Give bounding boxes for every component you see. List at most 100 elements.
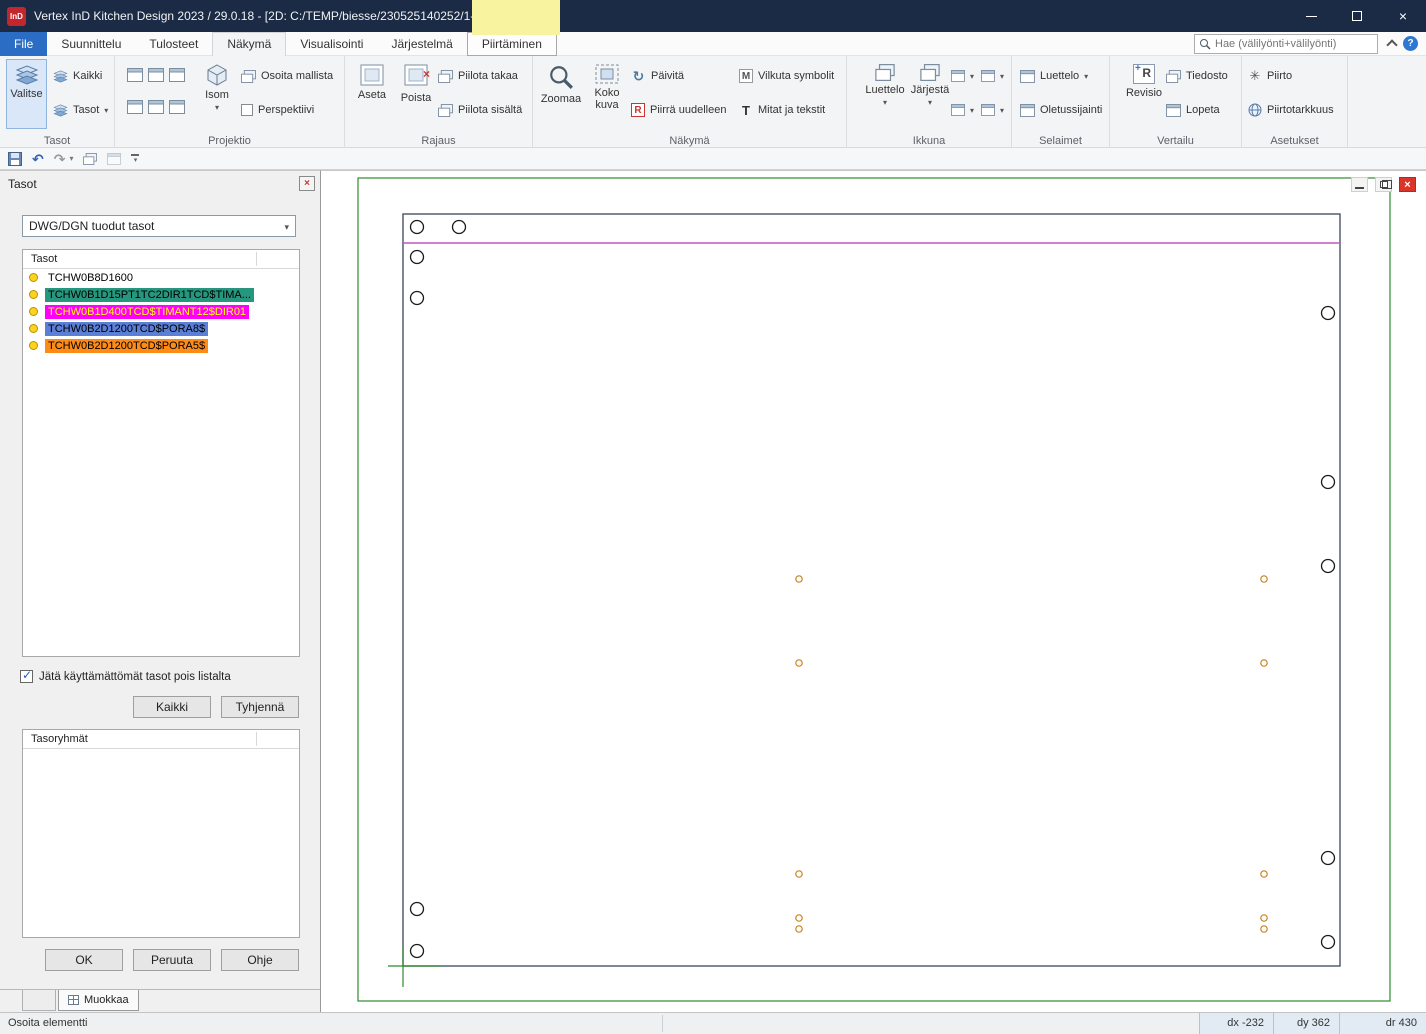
status-divider bbox=[662, 1015, 663, 1032]
layer-row[interactable]: TCHW0B2D1200TCD$PORA5$ bbox=[23, 337, 299, 354]
tab-visualisointi[interactable]: Visualisointi bbox=[286, 32, 377, 56]
sticky-note-overlay bbox=[472, 0, 560, 35]
layer-row[interactable]: TCHW0B1D15PT1TC2DIR1TCD$TIMA... bbox=[23, 286, 299, 303]
drawing-area[interactable]: × bbox=[320, 170, 1426, 1012]
panel-close-button[interactable]: × bbox=[299, 176, 315, 191]
koko-kuva-button[interactable]: Koko kuva bbox=[586, 59, 628, 129]
tab-muokkaa[interactable]: Muokkaa bbox=[58, 990, 139, 1011]
tab-suunnittelu[interactable]: Suunnittelu bbox=[47, 32, 135, 56]
search-box[interactable] bbox=[1194, 34, 1378, 54]
menu-bar: FileSuunnitteluTulosteetNäkymäVisualisoi… bbox=[0, 32, 1426, 56]
osoita-mallista-button[interactable]: Osoita mallista bbox=[241, 65, 333, 87]
document-restore-button[interactable] bbox=[1375, 177, 1392, 192]
collapse-ribbon-icon[interactable] bbox=[1386, 39, 1397, 50]
tab-piirtäminen[interactable]: Piirtäminen bbox=[467, 32, 557, 56]
paivita-button[interactable]: ↻ Päivitä bbox=[631, 65, 684, 87]
document-close-button[interactable]: × bbox=[1399, 177, 1416, 192]
refresh-icon: ↻ bbox=[631, 68, 646, 85]
luettelo-ikkuna-dropdown[interactable]: Luettelo ▾ bbox=[863, 59, 907, 129]
layer-row[interactable]: TCHW0B8D1600 bbox=[23, 269, 299, 286]
layer-visibility-bulb-icon[interactable] bbox=[29, 273, 38, 282]
undo-button[interactable]: ↶ bbox=[32, 152, 44, 166]
layer-source-dropdown[interactable]: DWG/DGN tuodut tasot ▾ bbox=[22, 215, 296, 237]
layer-groups-listbox[interactable]: Tasoryhmät bbox=[22, 729, 300, 938]
layer-visibility-bulb-icon[interactable] bbox=[29, 341, 38, 350]
group-label-projektio: Projektio bbox=[115, 135, 344, 147]
layer-visibility-bulb-icon[interactable] bbox=[29, 290, 38, 299]
projection-view-button[interactable] bbox=[169, 68, 185, 82]
tab-file[interactable]: File bbox=[0, 32, 47, 56]
piilota-takaa-button[interactable]: Piilota takaa bbox=[438, 65, 518, 87]
chevron-down-icon: ▾ bbox=[215, 104, 219, 113]
search-icon bbox=[1199, 38, 1211, 50]
tab-tulosteet[interactable]: Tulosteet bbox=[135, 32, 212, 56]
document-window-controls: × bbox=[1351, 177, 1416, 192]
isom-dropdown[interactable]: Isom ▾ bbox=[199, 59, 235, 129]
disabled-tool-icon bbox=[107, 153, 121, 165]
chevron-down-icon: ▾ bbox=[928, 99, 932, 108]
revision-icon: +R bbox=[1133, 64, 1155, 84]
redo-button[interactable]: ↷ bbox=[54, 152, 66, 166]
panel-header: Tasot × bbox=[0, 171, 320, 197]
piilota-sisalta-button[interactable]: Piilota sisältä bbox=[438, 99, 522, 121]
projection-view-button[interactable] bbox=[127, 68, 143, 82]
layer-groups-header: Tasoryhmät bbox=[23, 730, 299, 749]
piirtotarkkuus-button[interactable]: Piirtotarkkuus bbox=[1248, 99, 1334, 121]
maximize-button[interactable] bbox=[1334, 0, 1380, 32]
tasot-dropdown[interactable]: Tasot ▾ bbox=[53, 99, 108, 121]
window-tool-dropdown[interactable]: ▾ bbox=[981, 99, 1004, 121]
projection-view-button[interactable] bbox=[127, 100, 143, 114]
peruuta-button[interactable]: Peruuta bbox=[133, 949, 211, 971]
unused-layers-checkbox[interactable]: ✓ Jätä käyttämättömät tasot pois listalt… bbox=[20, 670, 231, 683]
projection-view-button[interactable] bbox=[148, 68, 164, 82]
clipboard-icon[interactable] bbox=[83, 153, 97, 165]
close-button[interactable]: × bbox=[1380, 0, 1426, 32]
window-tool-dropdown[interactable]: ▾ bbox=[981, 65, 1004, 87]
document-minimize-button[interactable] bbox=[1351, 177, 1368, 192]
ribbon-group-rajaus: Aseta × Poista Piilota takaa Piilota sis… bbox=[345, 56, 533, 148]
minimize-button[interactable] bbox=[1288, 0, 1334, 32]
panel-mini-tab[interactable] bbox=[22, 990, 56, 1011]
redo-dropdown-icon[interactable]: ▾ bbox=[69, 154, 73, 163]
tab-näkymä[interactable]: Näkymä bbox=[212, 32, 286, 56]
layer-visibility-bulb-icon[interactable] bbox=[29, 324, 38, 333]
oletussijainti-button[interactable]: Oletussijainti bbox=[1020, 99, 1102, 121]
tyhjenna-button[interactable]: Tyhjennä bbox=[221, 696, 299, 718]
piirra-uudelleen-button[interactable]: R Piirrä uudelleen bbox=[631, 99, 726, 121]
status-dx: dx -232 bbox=[1199, 1013, 1273, 1034]
layer-row[interactable]: TCHW0B1D400TCD$TIMANT12$DIR01 bbox=[23, 303, 299, 320]
ohje-button[interactable]: Ohje bbox=[221, 949, 299, 971]
search-input[interactable] bbox=[1215, 38, 1365, 50]
kaikki-button[interactable]: Kaikki bbox=[133, 696, 211, 718]
kaikki-button[interactable]: Kaikki bbox=[53, 65, 102, 87]
jarjesta-dropdown[interactable]: Järjestä ▾ bbox=[909, 59, 951, 129]
piirto-button[interactable]: ✳ Piirto bbox=[1248, 65, 1292, 87]
window-title: Vertex InD Kitchen Design 2023 / 29.0.18… bbox=[34, 9, 498, 23]
checkbox-icon: ✓ bbox=[20, 670, 33, 683]
zoomaa-button[interactable]: Zoomaa bbox=[538, 59, 584, 129]
valitse-button[interactable]: Valitse bbox=[6, 59, 47, 129]
vilkuta-symbolit-button[interactable]: M Vilkuta symbolit bbox=[739, 65, 834, 87]
lopeta-button[interactable]: Lopeta bbox=[1166, 99, 1220, 121]
save-icon[interactable] bbox=[8, 152, 22, 166]
revisio-button[interactable]: +R Revisio bbox=[1124, 59, 1164, 129]
layers-listbox[interactable]: Tasot TCHW0B8D1600TCHW0B1D15PT1TC2DIR1TC… bbox=[22, 249, 300, 657]
layer-visibility-bulb-icon[interactable] bbox=[29, 307, 38, 316]
help-icon[interactable]: ? bbox=[1403, 36, 1418, 51]
window-tool-dropdown[interactable]: ▾ bbox=[951, 65, 974, 87]
projection-view-button[interactable] bbox=[148, 100, 164, 114]
customize-toolbar-button[interactable]: ▾ bbox=[131, 154, 139, 164]
tab-järjestelmä[interactable]: Järjestelmä bbox=[377, 32, 466, 56]
window-tool-dropdown[interactable]: ▾ bbox=[951, 99, 974, 121]
ok-button[interactable]: OK bbox=[45, 949, 123, 971]
drawing-canvas[interactable] bbox=[321, 171, 1426, 1012]
tiedosto-button[interactable]: Tiedosto bbox=[1166, 65, 1228, 87]
mitat-ja-tekstit-button[interactable]: T Mitat ja tekstit bbox=[739, 99, 825, 121]
projection-view-button[interactable] bbox=[169, 100, 185, 114]
aseta-button[interactable]: Aseta bbox=[352, 59, 392, 129]
title-bar: InD Vertex InD Kitchen Design 2023 / 29.… bbox=[0, 0, 1426, 32]
perspektiivi-checkbox[interactable]: Perspektiivi bbox=[241, 99, 314, 121]
luettelo-selaimet-dropdown[interactable]: Luettelo ▾ bbox=[1020, 65, 1088, 87]
layer-row[interactable]: TCHW0B2D1200TCD$PORA8$ bbox=[23, 320, 299, 337]
poista-button[interactable]: × Poista bbox=[396, 59, 436, 129]
